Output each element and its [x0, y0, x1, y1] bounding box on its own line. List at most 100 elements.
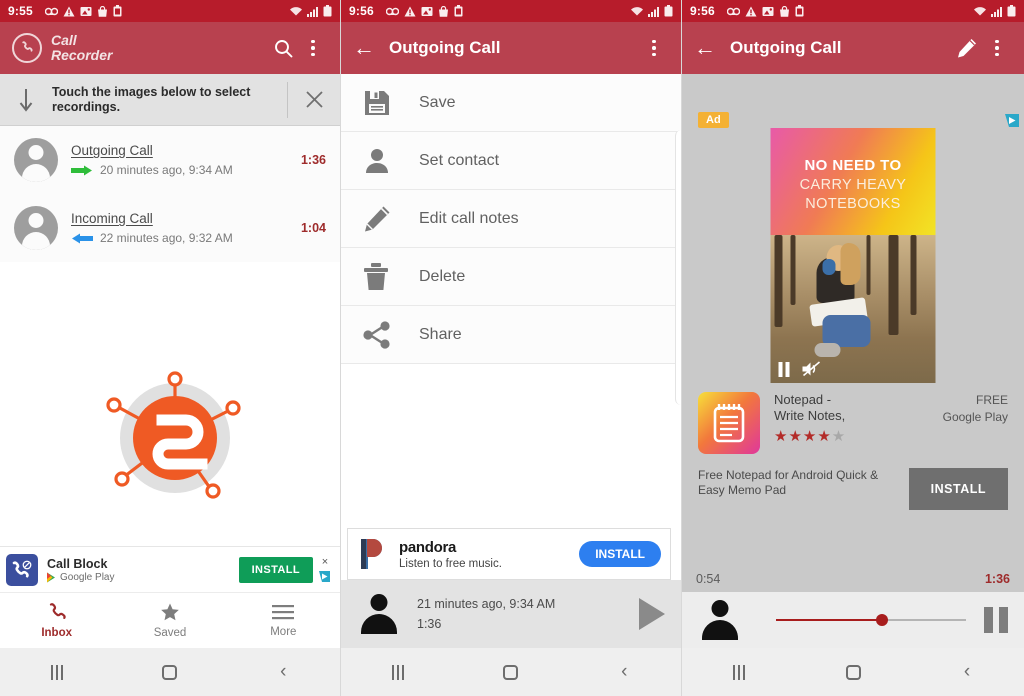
home-icon[interactable] — [454, 664, 567, 680]
brand-line-2: Recorder — [51, 47, 113, 63]
nav-item-saved[interactable]: Saved — [113, 593, 226, 648]
video-controls[interactable] — [778, 361, 822, 377]
call-subtitle-row: 22 minutes ago, 9:32 AM — [71, 231, 301, 245]
warning-icon — [63, 6, 75, 17]
menu-item-save[interactable]: Save — [341, 74, 681, 132]
call-title: Outgoing Call — [71, 143, 153, 158]
home-icon[interactable] — [796, 664, 910, 680]
down-arrow-icon — [0, 87, 52, 113]
app-bar: ← Outgoing Call — [341, 22, 681, 74]
ad-headline-1: NO NEED TO — [804, 157, 902, 174]
ad-store-name: Google Play — [60, 571, 115, 583]
back-icon[interactable]: ‹ — [227, 661, 340, 683]
status-bar: 9:55 — [0, 0, 340, 22]
notepad-app-icon — [698, 392, 760, 454]
menu-item-set-contact[interactable]: Set contact — [341, 132, 681, 190]
playback-total: 1:36 — [984, 572, 1010, 586]
person-icon — [363, 147, 403, 175]
hamburger-icon — [272, 605, 295, 620]
menu-item-share[interactable]: Share — [341, 306, 681, 364]
status-right-icons — [289, 5, 332, 17]
image-icon — [421, 6, 433, 17]
incoming-arrow-icon — [72, 233, 93, 243]
overflow-menu-icon[interactable] — [639, 33, 669, 63]
install-button[interactable]: INSTALL — [908, 468, 1008, 510]
ad-container: Ad NO NEED TO CARRY HEAVY NOTEBOOKS Note… — [682, 74, 1024, 592]
shopping-bag-icon — [438, 5, 449, 17]
ad-headline: NO NEED TO CARRY HEAVY NOTEBOOKS — [770, 128, 936, 235]
avatar — [14, 206, 58, 250]
shopping-bag-icon — [779, 5, 790, 17]
pause-icon[interactable] — [778, 361, 790, 377]
status-left-icons: 9:55 — [8, 4, 289, 18]
menu-item-delete[interactable]: Delete — [341, 248, 681, 306]
menu-item-edit-call-notes[interactable]: Edit call notes — [341, 190, 681, 248]
back-arrow-icon[interactable]: ← — [694, 37, 716, 59]
battery-saver-icon — [113, 5, 122, 17]
status-right-icons — [630, 5, 673, 17]
menu-scroll-edge — [675, 130, 681, 405]
table-row[interactable]: Incoming Call 22 minutes ago, 9:32 AM 1:… — [0, 194, 340, 262]
back-icon[interactable]: ‹ — [568, 661, 681, 683]
ad-description: Free Notepad for Android Quick & Easy Me… — [698, 468, 879, 497]
table-row[interactable]: Outgoing Call 20 minutes ago, 9:34 AM 1:… — [0, 126, 340, 194]
install-button[interactable]: INSTALL — [579, 541, 661, 567]
nav-item-more[interactable]: More — [227, 593, 340, 648]
home-icon[interactable] — [113, 664, 226, 680]
playback-bar — [682, 592, 1024, 648]
play-icon[interactable] — [639, 598, 665, 630]
overflow-menu-icon[interactable] — [298, 33, 328, 63]
ad-app-name-line2: Write Notes, — [774, 408, 846, 423]
call-subtitle: 22 minutes ago, 9:32 AM — [100, 231, 233, 245]
pandora-logo-icon — [361, 539, 382, 569]
search-icon[interactable] — [268, 33, 298, 63]
seek-knob[interactable] — [876, 614, 889, 626]
ad-app-row: Notepad - Write Notes, ★★★★★ FREE Google… — [698, 392, 1008, 454]
app-bar: Call Recorder — [0, 22, 340, 74]
recents-icon[interactable] — [341, 664, 454, 680]
avatar — [14, 138, 58, 182]
recents-icon[interactable] — [682, 664, 796, 680]
ad-headline-3: NOTEBOOKS — [805, 196, 901, 212]
ad-price: FREE — [975, 393, 1008, 407]
seek-slider[interactable] — [776, 609, 966, 631]
wifi-icon — [289, 6, 303, 17]
app-bar: ← Outgoing Call — [682, 22, 1024, 74]
nav-item-inbox[interactable]: Inbox — [0, 593, 113, 648]
status-left-icons: 9:56 — [690, 4, 973, 18]
ad-close-icon[interactable]: × — [322, 557, 328, 568]
back-icon[interactable]: ‹ — [910, 661, 1024, 683]
page-title: Outgoing Call — [389, 38, 501, 57]
status-bar: 9:56 — [682, 0, 1024, 22]
close-icon[interactable] — [288, 90, 340, 109]
trash-icon — [363, 262, 403, 291]
adchoices-icon — [319, 571, 330, 582]
ad-banner-pandora[interactable]: pandora Listen to free music. INSTALL — [347, 528, 671, 580]
ad-close-controls[interactable]: × — [316, 557, 334, 582]
ad-video[interactable]: NO NEED TO CARRY HEAVY NOTEBOOKS — [770, 128, 936, 383]
avatar — [698, 598, 742, 642]
signal-icon — [307, 6, 319, 17]
pencil-icon[interactable] — [952, 33, 982, 63]
save-icon — [363, 89, 403, 117]
recents-icon[interactable] — [0, 664, 113, 680]
panel-playback-ad: 9:56 ← Outgoing Call Ad NO NEED TO CARRY… — [682, 0, 1024, 696]
back-arrow-icon[interactable]: ← — [353, 37, 375, 59]
nav-label: More — [270, 626, 297, 638]
voicemail-icon — [44, 7, 58, 16]
ad-text: pandora Listen to free music. — [399, 539, 579, 570]
ad-headline-2: CARRY HEAVY — [799, 177, 907, 193]
voicemail-icon — [726, 7, 740, 16]
adchoices-icon[interactable] — [1005, 114, 1020, 133]
ad-text: Call Block Google Play — [47, 557, 239, 583]
status-left-icons: 9:56 — [349, 4, 630, 18]
call-list: Outgoing Call 20 minutes ago, 9:34 AM 1:… — [0, 126, 340, 262]
overflow-menu-icon[interactable] — [982, 33, 1012, 63]
pause-icon[interactable] — [984, 607, 1008, 633]
ad-subtitle: Listen to free music. — [399, 557, 502, 570]
ad-banner-call-block[interactable]: Call Block Google Play INSTALL × — [0, 546, 340, 592]
phone-icon — [49, 603, 66, 619]
install-button[interactable]: INSTALL — [238, 556, 313, 583]
mute-icon — [802, 361, 821, 377]
call-block-app-icon — [6, 553, 38, 586]
